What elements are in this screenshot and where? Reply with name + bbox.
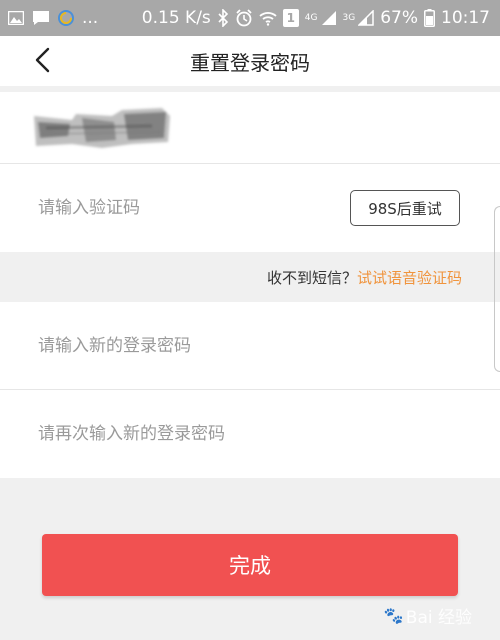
- paw-icon: 🐾: [384, 606, 404, 625]
- nav-bar: 重置登录密码: [0, 36, 500, 86]
- network-speed: 0.15 K/s: [142, 8, 211, 28]
- new-password-row: [0, 302, 500, 390]
- sim-1-icon: 1: [283, 9, 299, 27]
- confirm-password-input[interactable]: [38, 424, 458, 444]
- app-notification-icon: [58, 9, 74, 27]
- new-password-input[interactable]: [38, 336, 458, 356]
- bluetooth-icon: [217, 9, 229, 27]
- network-3g-label: 3G: [343, 13, 356, 23]
- status-bar: ... 0.15 K/s 1 4G 3G 67% 10:17: [0, 0, 500, 36]
- watermark: 🐾 Bai 经验: [384, 603, 472, 628]
- confirm-password-row: [0, 390, 500, 478]
- chevron-left-icon: [34, 47, 50, 73]
- battery-icon: [424, 9, 435, 27]
- wifi-icon: [259, 10, 277, 26]
- sim-1-label: 1: [287, 11, 295, 25]
- image-notification-icon: [8, 11, 24, 25]
- signal-2-icon: [358, 10, 374, 26]
- verification-code-input[interactable]: [38, 198, 328, 218]
- signal-1-icon: [321, 10, 337, 26]
- voice-code-link[interactable]: 试试语音验证码: [357, 267, 462, 288]
- masked-phone-number: [32, 104, 172, 152]
- phone-number-row: [0, 92, 500, 164]
- message-icon: [32, 10, 50, 26]
- page-title: 重置登录密码: [190, 47, 310, 76]
- back-button[interactable]: [30, 44, 54, 76]
- network-4g-label: 4G: [305, 13, 318, 23]
- sms-hint-text: 收不到短信？: [267, 267, 357, 288]
- alarm-icon: [235, 9, 253, 27]
- clock: 10:17: [441, 8, 490, 28]
- done-button[interactable]: 完成: [42, 534, 458, 596]
- side-edge-handle[interactable]: [494, 206, 500, 372]
- sms-hint-row: 收不到短信？ 试试语音验证码: [0, 254, 500, 300]
- battery-percent: 67%: [380, 8, 418, 28]
- resend-code-button[interactable]: 98S后重试: [350, 190, 460, 226]
- verification-code-row: 98S后重试: [0, 164, 500, 252]
- more-notifications: ...: [82, 8, 98, 28]
- watermark-text: Bai 经验: [406, 603, 472, 628]
